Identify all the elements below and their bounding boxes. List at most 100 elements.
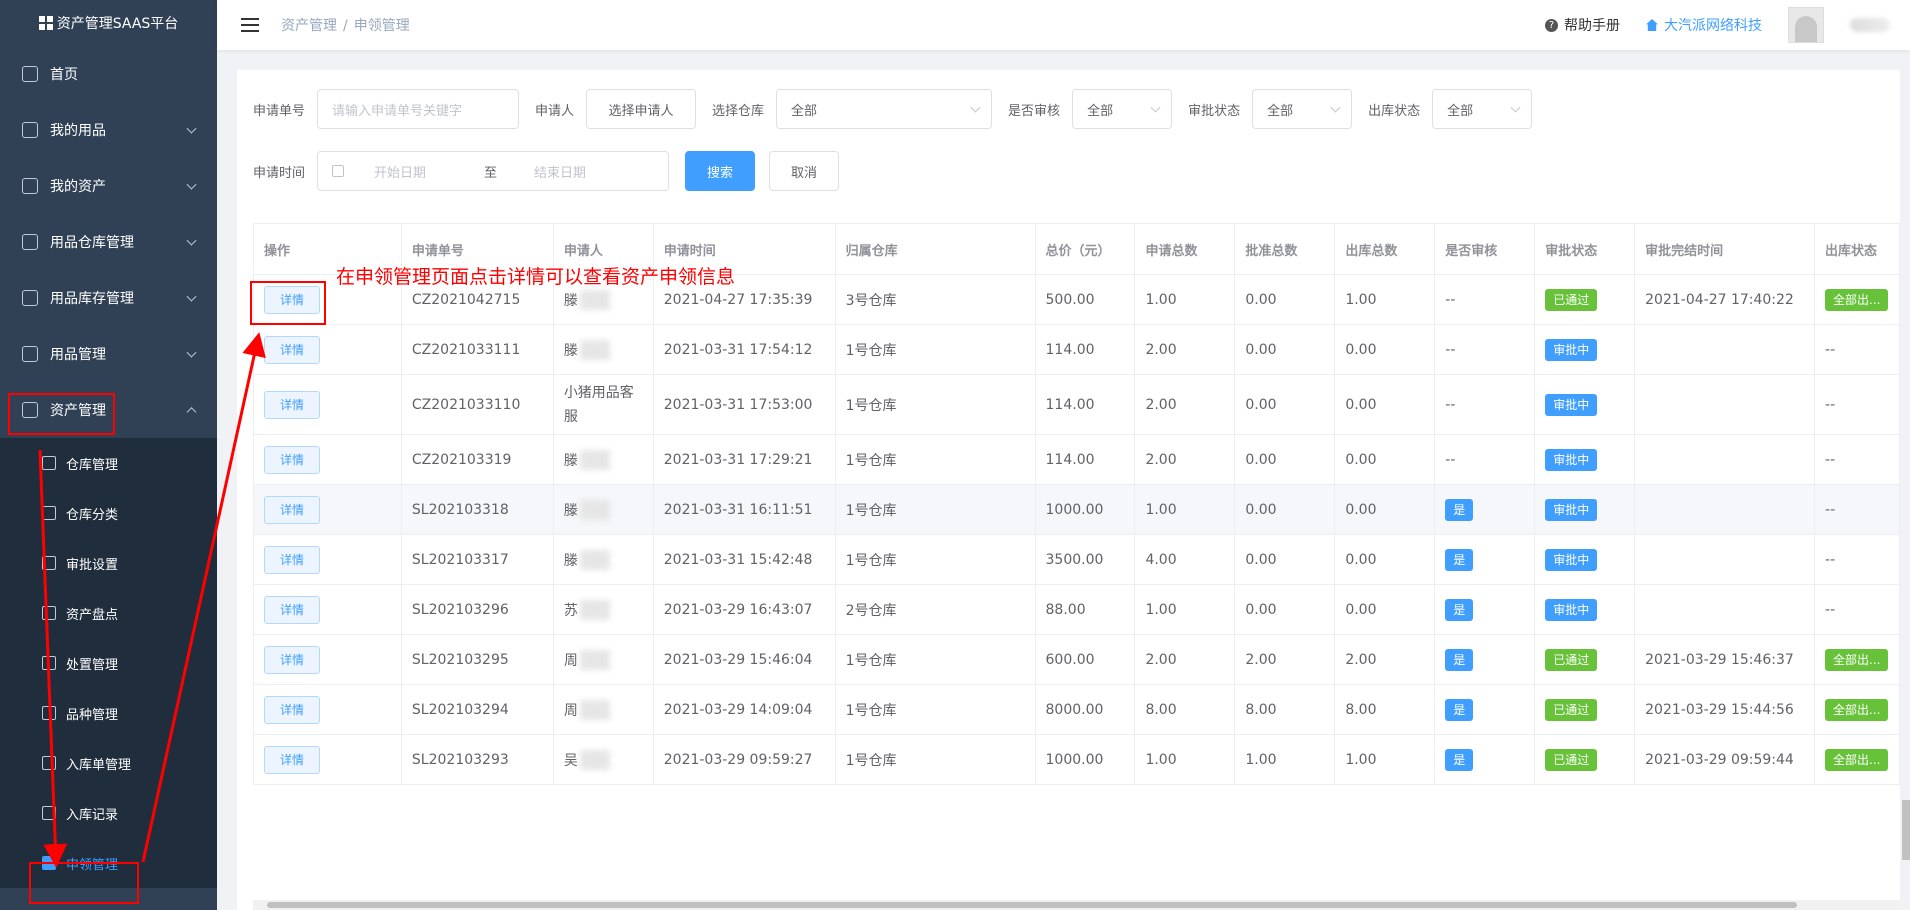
need-review-select[interactable]: 全部 <box>1072 89 1173 129</box>
cell-text: 滕 <box>563 342 578 359</box>
vertical-scrollbar[interactable] <box>1902 800 1910 860</box>
cell-req: 2.00 <box>1135 635 1236 684</box>
cell-outbound-status: 全部出... <box>1815 635 1900 684</box>
breadcrumb-separator: / <box>343 18 348 34</box>
time-label: 申请时间 <box>253 165 306 181</box>
table-row[interactable]: 详情 SL202103317 滕 2021-03-31 15:42:48 1号仓库 350… <box>254 535 1900 585</box>
cell-status: 审批中 <box>1535 325 1636 374</box>
detail-button[interactable]: 详情 <box>264 595 320 624</box>
outbound-status-select-value: 全部 <box>1447 103 1474 119</box>
detail-button[interactable]: 详情 <box>264 445 320 474</box>
cell-appr: 2.00 <box>1235 635 1336 684</box>
cell-text: SL202103296 <box>411 601 509 618</box>
sidebar-item-5[interactable]: 用品管理 <box>0 326 217 382</box>
date-range-picker[interactable]: 开始日期 至 结束日期 <box>317 151 670 191</box>
help-label: 帮助手册 <box>1564 18 1620 34</box>
review-tag: 是 <box>1445 748 1474 771</box>
table-row[interactable]: 详情 SL202103295 周 2021-03-29 15:46:04 1号仓库 600… <box>254 635 1900 685</box>
table-row[interactable]: 详情 SL202103294 周 2021-03-29 14:09:04 1号仓库 800… <box>254 685 1900 735</box>
cell-warehouse: 1号仓库 <box>836 325 1036 374</box>
column-header: 申请总数 <box>1135 224 1236 274</box>
company-link[interactable]: 大汽派网络科技 <box>1646 15 1762 35</box>
cell-text: 2021-03-31 17:29:21 <box>663 451 813 468</box>
redacted-name <box>579 289 610 310</box>
cell-done-time <box>1635 535 1816 584</box>
end-date-input[interactable]: 结束日期 <box>534 162 586 181</box>
detail-button[interactable]: 详情 <box>264 335 320 364</box>
cell-applicant: 滕 <box>554 485 654 534</box>
cell-text: 1号仓库 <box>845 502 897 519</box>
cell-no: CZ2021033111 <box>402 325 554 374</box>
cell-done-time <box>1635 325 1816 374</box>
cell-done-time <box>1635 375 1816 434</box>
detail-button[interactable]: 详情 <box>264 645 320 674</box>
redacted-name <box>579 699 610 720</box>
cell-text: 1号仓库 <box>845 652 897 669</box>
outbound-status-label: 出库状态 <box>1368 103 1421 119</box>
cell-out: 0.00 <box>1335 485 1436 534</box>
sidebar-subitem-4[interactable]: 处置管理 <box>0 638 217 688</box>
detail-button[interactable]: 详情 <box>264 495 320 524</box>
select-applicant-button[interactable]: 选择申请人 <box>586 89 697 129</box>
cell-review: -- <box>1435 325 1536 374</box>
help-manual-link[interactable]: ? 帮助手册 <box>1545 15 1620 35</box>
chevron-down-icon <box>1510 102 1521 113</box>
cell-out: 1.00 <box>1335 275 1436 324</box>
sidebar-subitem-label: 审批设置 <box>66 557 119 573</box>
chevron-down-icon <box>1150 102 1161 113</box>
sidebar-subitem-7[interactable]: 入库记录 <box>0 788 217 838</box>
sidebar-item-0[interactable]: 首页 <box>0 46 217 102</box>
table-row[interactable]: 详情 SL202103318 滕 2021-03-31 16:11:51 1号仓库 100… <box>254 485 1900 535</box>
sidebar-item-3[interactable]: 用品仓库管理 <box>0 214 217 270</box>
cell-review: 是 <box>1435 685 1536 734</box>
cell-text: 1.00 <box>1145 751 1177 768</box>
table-row[interactable]: 详情 SL202103293 吴 2021-03-29 09:59:27 1号仓库 100… <box>254 735 1900 785</box>
cell-text: 滕 <box>563 292 578 309</box>
sidebar-item-2[interactable]: 我的资产 <box>0 158 217 214</box>
cell-text: CZ2021042715 <box>411 291 521 308</box>
outbound-status-select[interactable]: 全部 <box>1432 89 1533 129</box>
sidebar-subitem-0[interactable]: 仓库管理 <box>0 438 217 488</box>
cell-done-time: 2021-04-27 17:40:22 <box>1635 275 1816 324</box>
sidebar-item-label: 我的用品 <box>50 123 106 139</box>
cell-text: 滕 <box>563 452 578 469</box>
company-name: 大汽派网络科技 <box>1664 18 1762 34</box>
avatar[interactable] <box>1788 7 1824 43</box>
warehouse-select[interactable]: 全部 <box>776 89 993 129</box>
app-logo[interactable]: 资产管理SAAS平台 <box>0 0 217 46</box>
cell-text: 2.00 <box>1145 651 1177 668</box>
search-button[interactable]: 搜索 <box>685 151 756 191</box>
detail-button[interactable]: 详情 <box>264 745 320 774</box>
sidebar-item-4[interactable]: 用品库存管理 <box>0 270 217 326</box>
cell-no: SL202103294 <box>402 685 554 734</box>
cell-applicant: 周 <box>554 635 654 684</box>
approval-status-select[interactable]: 全部 <box>1252 89 1353 129</box>
cell-text: 1号仓库 <box>845 342 897 359</box>
detail-button[interactable]: 详情 <box>264 545 320 574</box>
sidebar-item-1[interactable]: 我的用品 <box>0 102 217 158</box>
sidebar-subitem-3[interactable]: 资产盘点 <box>0 588 217 638</box>
app-no-input[interactable]: 请输入申请单号关键字 <box>317 89 520 129</box>
detail-button[interactable]: 详情 <box>264 390 320 419</box>
breadcrumb-item-asset[interactable]: 资产管理 <box>281 18 337 34</box>
username-redacted[interactable] <box>1850 18 1890 32</box>
review-tag: 是 <box>1445 548 1474 571</box>
cancel-button[interactable]: 取消 <box>769 151 840 191</box>
detail-button[interactable]: 详情 <box>264 695 320 724</box>
start-date-input[interactable]: 开始日期 <box>374 162 484 181</box>
table-row[interactable]: 详情 CZ202103319 滕 2021-03-31 17:29:21 1号仓库 114… <box>254 435 1900 485</box>
sidebar-subitem-label: 入库记录 <box>66 807 119 823</box>
sidebar-subitem-6[interactable]: 入库单管理 <box>0 738 217 788</box>
cell-text: 0.00 <box>1345 601 1377 618</box>
cell-appr: 8.00 <box>1235 685 1336 734</box>
sidebar-subitem-5[interactable]: 品种管理 <box>0 688 217 738</box>
table-row[interactable]: 详情 CZ2021033111 滕 2021-03-31 17:54:12 1号仓库 11… <box>254 325 1900 375</box>
sidebar-subitem-1[interactable]: 仓库分类 <box>0 488 217 538</box>
home-icon <box>22 66 38 82</box>
table-row[interactable]: 详情 SL202103296 苏 2021-03-29 16:43:07 2号仓库 88.… <box>254 585 1900 635</box>
hamburger-menu-icon[interactable] <box>241 18 259 32</box>
need-review-select-value: 全部 <box>1087 103 1114 119</box>
table-row[interactable]: 详情 CZ2021033110 小猪用品客服 2021-03-31 17:53:00 1… <box>254 375 1900 435</box>
sidebar-subitem-2[interactable]: 审批设置 <box>0 538 217 588</box>
horizontal-scrollbar[interactable] <box>253 900 1900 910</box>
